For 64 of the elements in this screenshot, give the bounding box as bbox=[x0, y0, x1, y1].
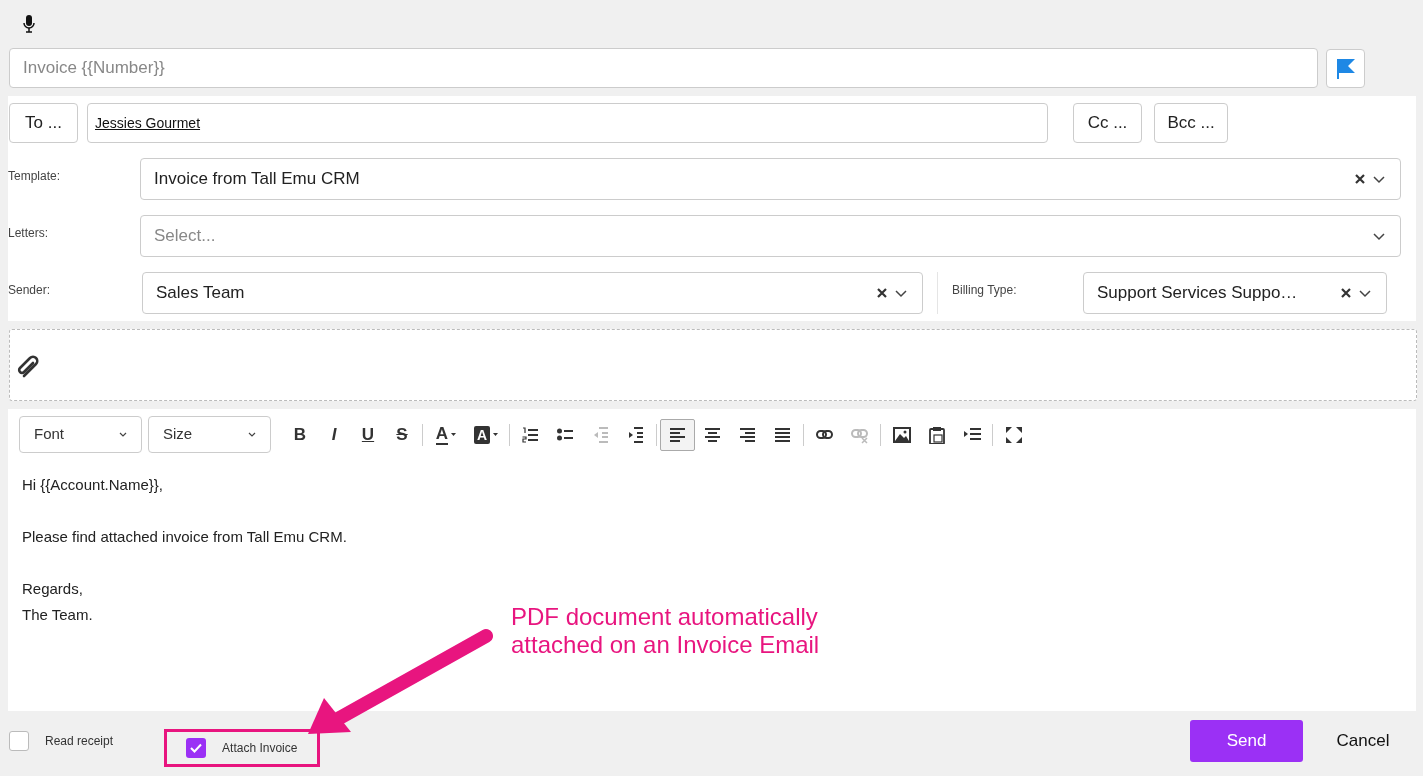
to-button[interactable]: To ... bbox=[9, 103, 78, 143]
caret-icon bbox=[493, 433, 499, 436]
align-right-icon bbox=[738, 425, 757, 444]
flag-icon bbox=[1334, 57, 1357, 79]
billing-type-select[interactable]: Support Services Suppo… bbox=[1083, 272, 1387, 314]
body-text-line: Hi {{Account.Name}}, bbox=[22, 475, 163, 495]
field-label: Letters: bbox=[8, 225, 50, 242]
select-value: Invoice from Tall Emu CRM bbox=[154, 168, 361, 191]
chevron-down-icon bbox=[894, 287, 908, 299]
field-label: Billing Type: bbox=[952, 282, 1018, 299]
body-text-line: Regards, bbox=[22, 579, 83, 599]
checkbox-label[interactable]: Read receipt bbox=[45, 732, 114, 750]
align-left-button[interactable] bbox=[660, 418, 695, 451]
to-field[interactable]: Jessies Gourmet bbox=[87, 103, 1048, 143]
cancel-button[interactable]: Cancel bbox=[1328, 720, 1398, 762]
checkbox[interactable] bbox=[9, 731, 29, 751]
ordered-list-icon bbox=[521, 425, 540, 444]
justify-icon bbox=[773, 425, 792, 444]
caret-icon bbox=[451, 433, 457, 436]
size-dropdown[interactable]: Size bbox=[148, 416, 271, 453]
chevron-down-icon bbox=[1372, 230, 1386, 242]
align-left-icon bbox=[668, 425, 687, 444]
bcc-button[interactable]: Bcc ... bbox=[1154, 103, 1228, 143]
body-text-line: Please find attached invoice from Tall Emu CRM. bbox=[22, 527, 347, 547]
field-label: Template: bbox=[8, 168, 62, 185]
subject-field[interactable]: Invoice {{Number}} bbox=[9, 48, 1318, 88]
font-dropdown[interactable]: Font bbox=[19, 416, 142, 453]
select-field[interactable]: Invoice from Tall Emu CRM bbox=[140, 158, 1401, 200]
strikethrough-button[interactable]: S bbox=[385, 418, 419, 451]
select-field[interactable]: Select... bbox=[140, 215, 1401, 257]
select-placeholder: Select... bbox=[154, 225, 217, 248]
field-label: Sender: bbox=[8, 282, 52, 299]
annotation-text: PDF document automatically attached on an Invoice Email bbox=[511, 603, 820, 659]
select-value: Support Services Suppo… bbox=[1097, 282, 1299, 305]
indent-icon bbox=[626, 425, 645, 444]
italic-button[interactable]: I bbox=[317, 418, 351, 451]
checkbox-label[interactable]: Attach Invoice bbox=[222, 739, 298, 757]
align-center-icon bbox=[703, 425, 722, 444]
cc-button[interactable]: Cc ... bbox=[1073, 103, 1142, 143]
select-value: Sales Team bbox=[156, 282, 246, 305]
letter-glyph: A bbox=[473, 425, 491, 444]
clear-icon bbox=[876, 287, 888, 299]
image-icon bbox=[892, 425, 911, 444]
clipboard-icon bbox=[927, 425, 946, 444]
chevron-down-icon bbox=[1372, 173, 1386, 185]
checkmark-icon bbox=[190, 743, 203, 753]
microphone-icon bbox=[23, 15, 35, 33]
checkbox[interactable] bbox=[186, 738, 207, 758]
maximize-icon bbox=[1004, 425, 1023, 444]
body-text-line: The Team. bbox=[22, 605, 93, 625]
background-color-button[interactable]: A bbox=[466, 418, 506, 451]
chevron-down-icon bbox=[248, 431, 256, 438]
underline-button[interactable]: U bbox=[351, 418, 385, 451]
chevron-down-icon bbox=[1358, 287, 1372, 299]
chevron-down-icon bbox=[119, 431, 127, 438]
letter-glyph: A bbox=[435, 424, 449, 445]
clear-icon bbox=[1340, 287, 1352, 299]
send-button[interactable]: Send bbox=[1190, 720, 1303, 762]
sender-select[interactable]: Sales Team bbox=[142, 272, 923, 314]
clear-icon bbox=[1354, 173, 1366, 185]
text-color-button[interactable]: A bbox=[426, 418, 466, 451]
recipient-link[interactable]: Jessies Gourmet bbox=[95, 112, 201, 134]
flag-button[interactable] bbox=[1326, 48, 1365, 88]
bold-button[interactable]: B bbox=[283, 418, 317, 451]
